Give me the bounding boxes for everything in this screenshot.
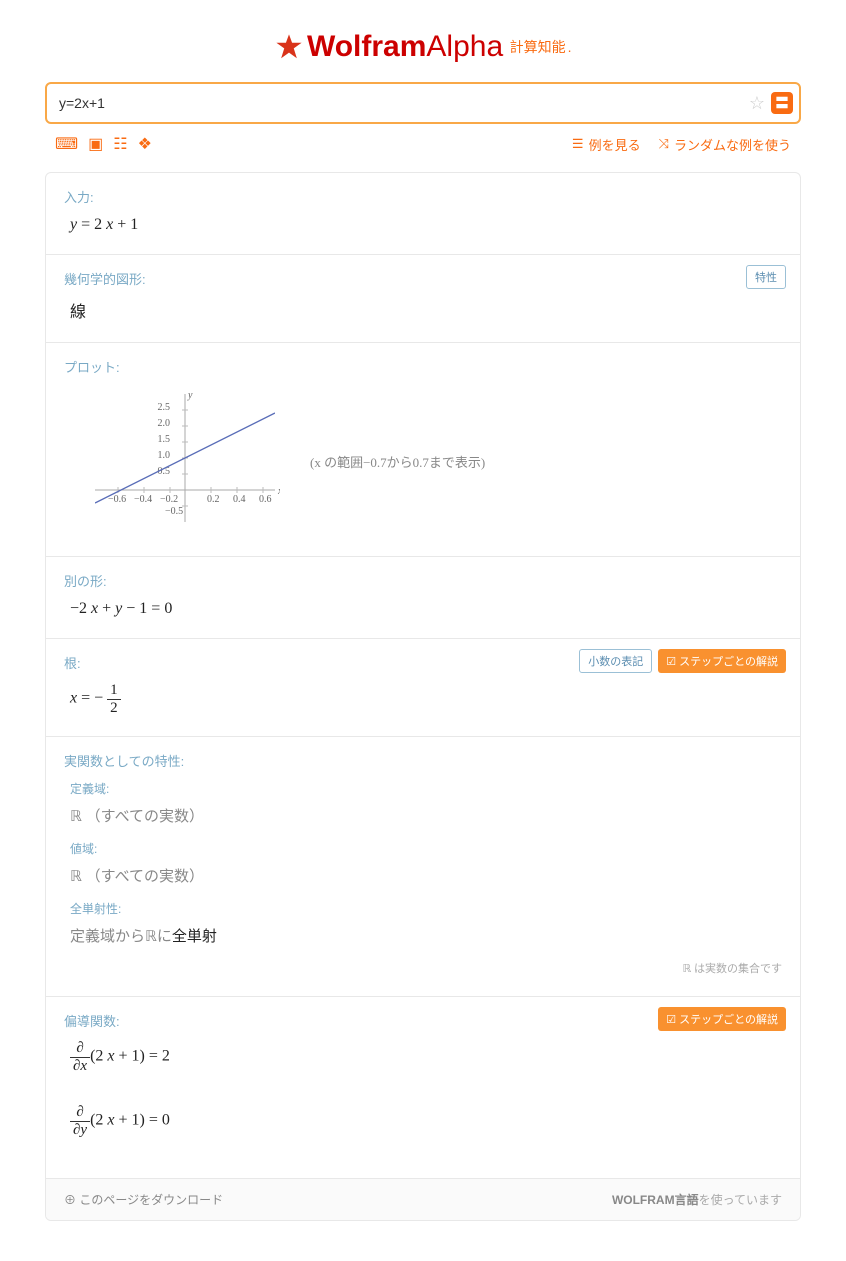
pod-plot: プロット: −0.6−0.4−0.2 0.20.40.6 −0.5 0.5 1.… <box>46 343 800 557</box>
logo-bold: Wolfram <box>307 30 426 63</box>
examples-link[interactable]: ☰ 例を見る <box>572 135 641 154</box>
range-value: ℝ （すべての実数） <box>64 865 782 886</box>
compute-button[interactable]: 〓 <box>771 92 793 114</box>
real-set-note: ℝ は実数の集合です <box>64 960 782 976</box>
svg-text:1.5: 1.5 <box>158 434 171 445</box>
pod-input: 入力: y = 2 x + 1 <box>46 173 800 255</box>
root-expr: x = − 12 <box>64 682 782 716</box>
pod-root: 小数の表記 ☑ ステップごとの解説 根: x = − 12 <box>46 639 800 737</box>
svg-text:2.5: 2.5 <box>158 402 171 413</box>
partial-dx: ∂∂x(2 x + 1) = 2 <box>64 1040 782 1074</box>
results-container: 入力: y = 2 x + 1 特性 幾何学的図形: 線 プロット: −0.6−… <box>45 172 801 1221</box>
pod-alternate-form: 別の形: −2 x + y − 1 = 0 <box>46 557 800 639</box>
properties-button[interactable]: 特性 <box>746 265 786 289</box>
svg-text:0.4: 0.4 <box>233 494 246 505</box>
pod-title: 幾何学的図形: <box>64 269 782 288</box>
svg-text:0.2: 0.2 <box>207 494 220 505</box>
domain-value: ℝ （すべての実数） <box>64 805 782 826</box>
svg-text:−0.4: −0.4 <box>134 494 152 505</box>
random-link[interactable]: ⤨ ランダムな例を使う <box>659 135 791 154</box>
svg-text:1.0: 1.0 <box>158 450 171 461</box>
plot-range-note: (x (x の範囲−0.7から0.7まで表示)の範囲−0.7から0.7まで表示) <box>310 452 485 471</box>
pod-real-properties: 実関数としての特性: 定義域: ℝ （すべての実数） 値域: ℝ （すべての実数… <box>46 737 800 997</box>
svg-text:−0.5: −0.5 <box>165 506 183 517</box>
pod-title: 実関数としての特性: <box>64 751 782 770</box>
download-icon: ⊕ <box>64 1193 76 1207</box>
check-icon: ☑ <box>666 655 676 668</box>
domain-title: 定義域: <box>70 780 782 797</box>
svg-text:2.0: 2.0 <box>158 418 171 429</box>
geom-value: 線 <box>64 298 782 322</box>
input-mode-icons: ⌨ ▣ ☷ ❖ <box>55 134 152 154</box>
svg-text:0.6: 0.6 <box>259 494 272 505</box>
search-input[interactable] <box>59 95 749 111</box>
logo-subtitle: 計算知能 <box>510 39 566 55</box>
pod-title: 入力: <box>64 187 782 206</box>
list-icon: ☰ <box>572 136 584 152</box>
search-bar[interactable]: ☆ 〓 <box>45 82 801 124</box>
keyboard-icon[interactable]: ⌨ <box>55 134 78 154</box>
svg-text:x: x <box>277 486 280 497</box>
bijectivity-title: 全単射性: <box>70 900 782 917</box>
pod-geometric-figure: 特性 幾何学的図形: 線 <box>46 255 800 343</box>
svg-text:y: y <box>187 390 193 401</box>
pod-title: プロット: <box>64 357 782 376</box>
step-button[interactable]: ☑ ステップごとの解説 <box>658 649 786 673</box>
logo: WolframAlpha 計算知能. <box>45 30 801 64</box>
partial-dy: ∂∂y(2 x + 1) = 0 <box>64 1104 782 1138</box>
favorite-icon[interactable]: ☆ <box>749 93 765 114</box>
bijectivity-value: 定義域からℝに全単射 <box>64 925 782 946</box>
check-icon: ☑ <box>666 1013 676 1026</box>
shuffle-icon: ⤨ <box>659 136 669 152</box>
decimal-button[interactable]: 小数の表記 <box>579 649 652 673</box>
step-button[interactable]: ☑ ステップごとの解説 <box>658 1007 786 1031</box>
logo-regular: Alpha <box>426 30 503 63</box>
spikey-icon <box>275 33 303 61</box>
altform-expr: −2 x + y − 1 = 0 <box>64 600 782 618</box>
svg-text:−0.2: −0.2 <box>160 494 178 505</box>
file-icon[interactable]: ❖ <box>138 134 152 154</box>
data-icon[interactable]: ☷ <box>113 134 127 154</box>
image-icon[interactable]: ▣ <box>88 134 103 154</box>
range-title: 値域: <box>70 840 782 857</box>
plot-svg: −0.6−0.4−0.2 0.20.40.6 −0.5 0.5 1.0 1.5 … <box>70 386 280 536</box>
pod-title: 別の形: <box>64 571 782 590</box>
pod-partial-derivatives: ☑ ステップごとの解説 偏導関数: ∂∂x(2 x + 1) = 2 ∂∂y(2… <box>46 997 800 1179</box>
input-expr: y = 2 x + 1 <box>64 216 782 234</box>
